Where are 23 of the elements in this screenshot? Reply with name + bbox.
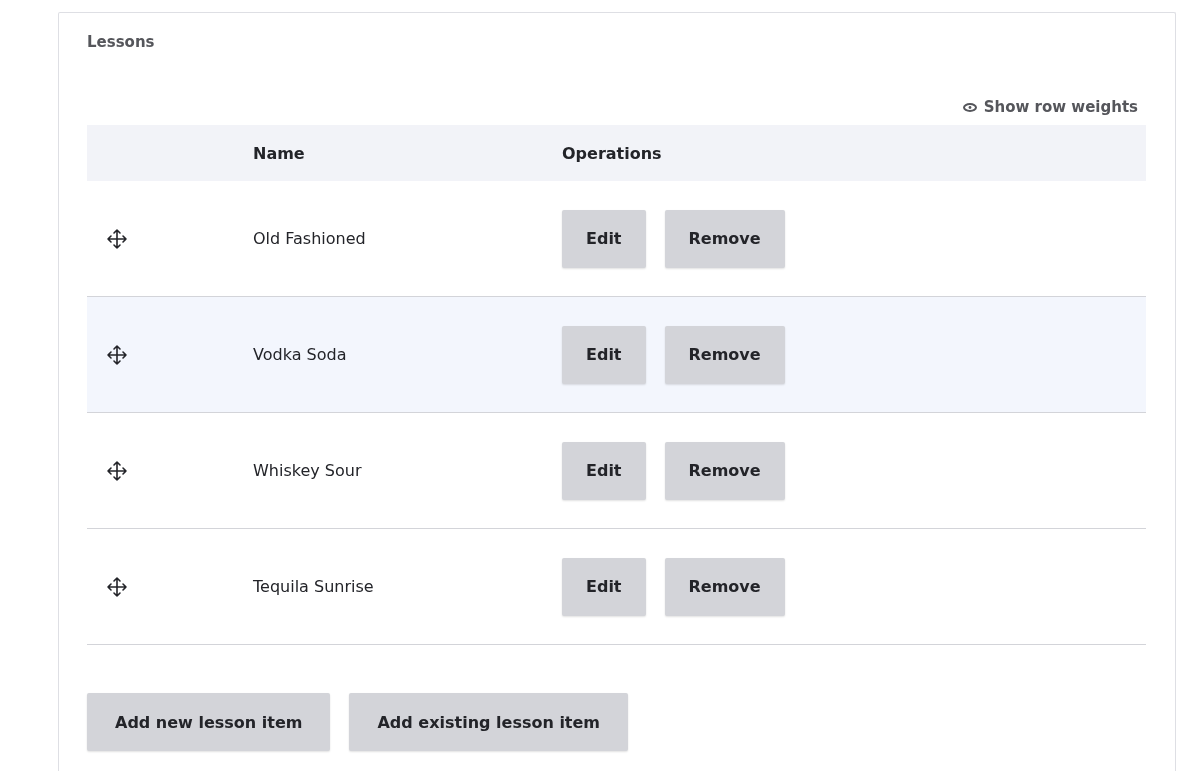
drag-handle-icon[interactable]: [106, 227, 128, 250]
drag-handle-icon[interactable]: [106, 459, 128, 482]
section-title: Lessons: [87, 33, 156, 53]
edit-button[interactable]: Edit: [562, 325, 646, 384]
lesson-name: Vodka Soda: [253, 345, 348, 364]
remove-button[interactable]: Remove: [664, 557, 785, 616]
lesson-name: Whiskey Sour: [253, 461, 363, 480]
drag-handle-icon[interactable]: [106, 343, 128, 366]
remove-button[interactable]: Remove: [664, 209, 785, 268]
add-item-button[interactable]: Add new lesson item: [87, 693, 331, 751]
edit-button[interactable]: Edit: [562, 557, 646, 616]
remove-button[interactable]: Remove: [664, 325, 785, 384]
show-row-weights-link[interactable]: Show row weights: [962, 97, 1138, 117]
eye-icon: [962, 102, 977, 112]
edit-button[interactable]: Edit: [562, 441, 646, 500]
remove-button[interactable]: Remove: [664, 441, 785, 500]
add-item-button[interactable]: Add existing lesson item: [349, 693, 629, 751]
drag-handle-icon[interactable]: [106, 575, 128, 598]
lesson-name: Old Fashioned: [253, 229, 367, 248]
edit-button[interactable]: Edit: [562, 209, 646, 268]
lesson-name: Tequila Sunrise: [253, 577, 375, 596]
column-header: Operations: [562, 143, 663, 163]
column-header: Name: [253, 143, 306, 163]
